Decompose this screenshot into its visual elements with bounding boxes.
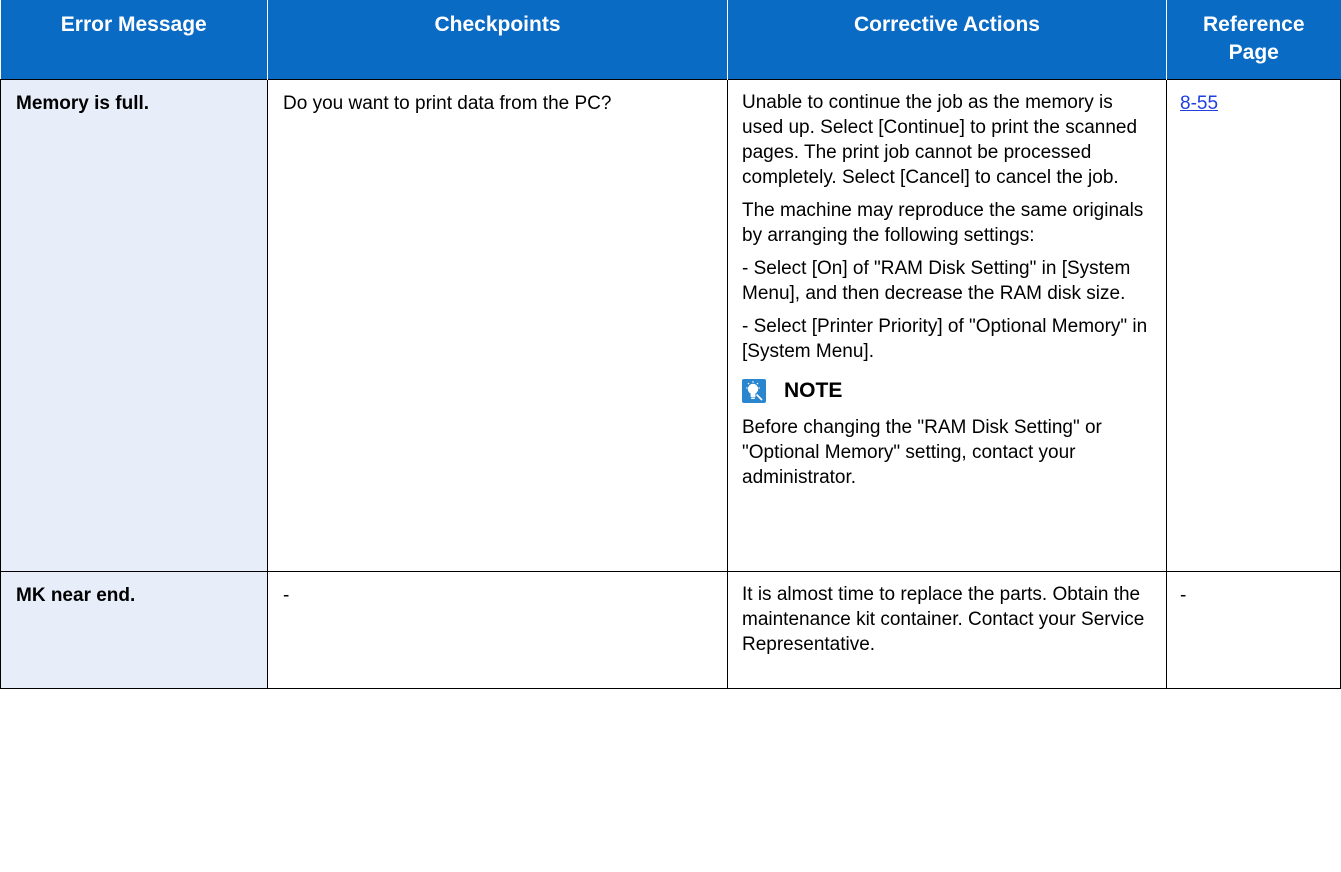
table-body: Memory is full. Do you want to print dat… [0,79,1341,689]
action-paragraph: The machine may reproduce the same origi… [742,200,1144,246]
error-message-cell: MK near end. [0,571,268,689]
header-reference-page: Reference Page [1166,0,1341,80]
corrective-action-cell: Unable to continue the job as the memory… [727,79,1167,572]
lightbulb-note-icon [742,378,766,403]
table-row: MK near end. - It is almost time to repl… [0,571,1341,689]
error-message-table: Error Message Checkpoints Corrective Act… [0,0,1341,689]
note-label: NOTE [784,379,843,402]
table-header: Error Message Checkpoints Corrective Act… [0,0,1341,80]
reference-cell: 8-55 [1166,79,1341,572]
table-row: Memory is full. Do you want to print dat… [0,79,1341,572]
note-text: Before changing the "RAM Disk Setting" o… [742,417,1102,488]
header-row: Error Message Checkpoints Corrective Act… [0,0,1341,80]
action-paragraph: Unable to continue the job as the memory… [742,92,1138,188]
header-error-message: Error Message [0,0,268,80]
reference-cell: - [1166,571,1341,689]
header-reference-line1: Reference [1202,13,1305,36]
action-paragraph: - Select [Printer Priority] of "Optional… [742,316,1148,362]
header-reference-line2: Page [1228,41,1279,64]
checkpoint-cell: - [267,571,728,689]
note-heading: NOTE [742,378,1156,403]
reference-page-link[interactable]: 8-55 [1180,93,1218,114]
action-paragraph: It is almost time to replace the parts. … [742,584,1145,655]
header-corrective-actions: Corrective Actions [727,0,1167,80]
action-paragraph: - Select [On] of "RAM Disk Setting" in [… [742,258,1131,304]
error-message-cell: Memory is full. [0,79,268,572]
header-checkpoints: Checkpoints [267,0,728,80]
corrective-action-cell: It is almost time to replace the parts. … [727,571,1167,689]
checkpoint-cell: Do you want to print data from the PC? [267,79,728,572]
